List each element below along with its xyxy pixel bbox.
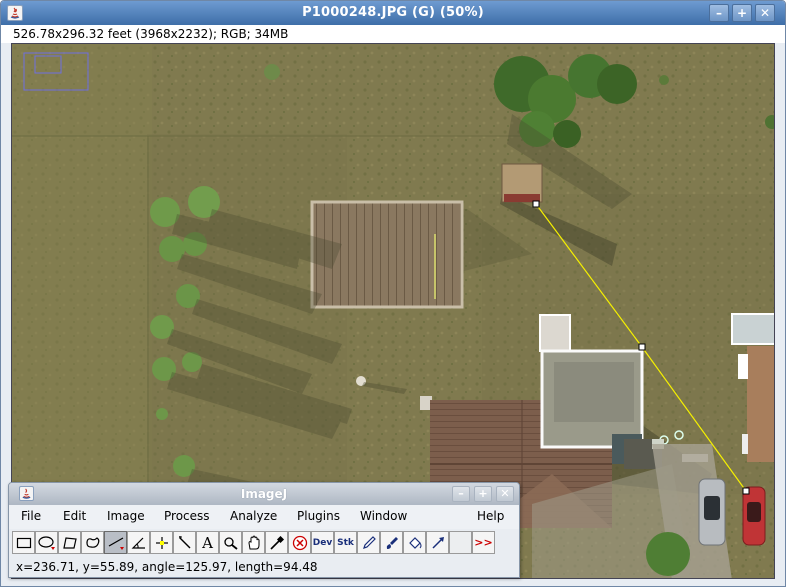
oval-tool-icon[interactable] [35,531,58,554]
text-tool-glyph: A [202,533,213,552]
line-end-handle [742,487,750,495]
angle-tool-icon[interactable] [127,531,150,554]
more-tools-label: >> [474,536,493,549]
imagej-title: ImageJ [240,487,288,501]
hand-tool-icon[interactable] [242,531,265,554]
imagej-minimize-button[interactable]: – [452,486,470,502]
menu-process[interactable]: Process [164,509,210,523]
tool-bar: A Dev Stk >> [9,530,519,556]
imagej-close-button[interactable]: ✕ [496,486,514,502]
straight-line-tool-icon[interactable] [104,531,127,554]
imagej-maximize-button[interactable]: + [474,486,492,502]
dev-menu-label: Dev [312,537,333,548]
polygon-tool-icon[interactable] [58,531,81,554]
close-button[interactable]: ✕ [755,4,775,22]
line-mid-handle [638,343,646,351]
stk-menu-icon[interactable]: Stk [334,531,357,554]
menu-help[interactable]: Help [477,509,504,523]
menu-window[interactable]: Window [360,509,407,523]
maximize-button[interactable]: + [732,4,752,22]
freehand-tool-icon[interactable] [81,531,104,554]
brush-tool-icon[interactable] [380,531,403,554]
dropper-tool-icon[interactable] [265,531,288,554]
flood-fill-tool-icon[interactable] [403,531,426,554]
point-tool-icon[interactable] [150,531,173,554]
pencil-tool-icon[interactable] [357,531,380,554]
status-line: x=236.71, y=55.89, angle=125.97, length=… [16,560,318,574]
menu-bar: File Edit Image Process Analyze Plugins … [9,505,519,529]
minimize-button[interactable]: – [709,4,729,22]
imagej-window: ImageJ – + ✕ File Edit Image Process Ana… [8,482,520,578]
wand-tool-icon[interactable] [173,531,196,554]
window-title: P1000248.JPG (G) (50%) [302,5,484,20]
more-tools-icon[interactable]: >> [472,531,495,554]
image-window-titlebar[interactable]: P1000248.JPG (G) (50%) – + ✕ [1,1,785,25]
text-tool-icon[interactable]: A [196,531,219,554]
blank-tool-slot [449,531,472,554]
image-info-line: 526.78x296.32 feet (3968x2232); RGB; 34M… [1,25,785,43]
rectangle-tool-icon[interactable] [12,531,35,554]
dev-menu-icon[interactable]: Dev [311,531,334,554]
menu-analyze[interactable]: Analyze [230,509,277,523]
menu-file[interactable]: File [21,509,41,523]
arrow-tool-icon[interactable] [426,531,449,554]
magnifier-tool-icon[interactable] [219,531,242,554]
menu-image[interactable]: Image [107,509,145,523]
x-tool-icon[interactable] [288,531,311,554]
imagej-titlebar[interactable]: ImageJ – + ✕ [9,483,519,505]
menu-plugins[interactable]: Plugins [297,509,340,523]
stk-menu-label: Stk [337,537,354,548]
line-start-handle [532,200,540,208]
menu-edit[interactable]: Edit [63,509,86,523]
